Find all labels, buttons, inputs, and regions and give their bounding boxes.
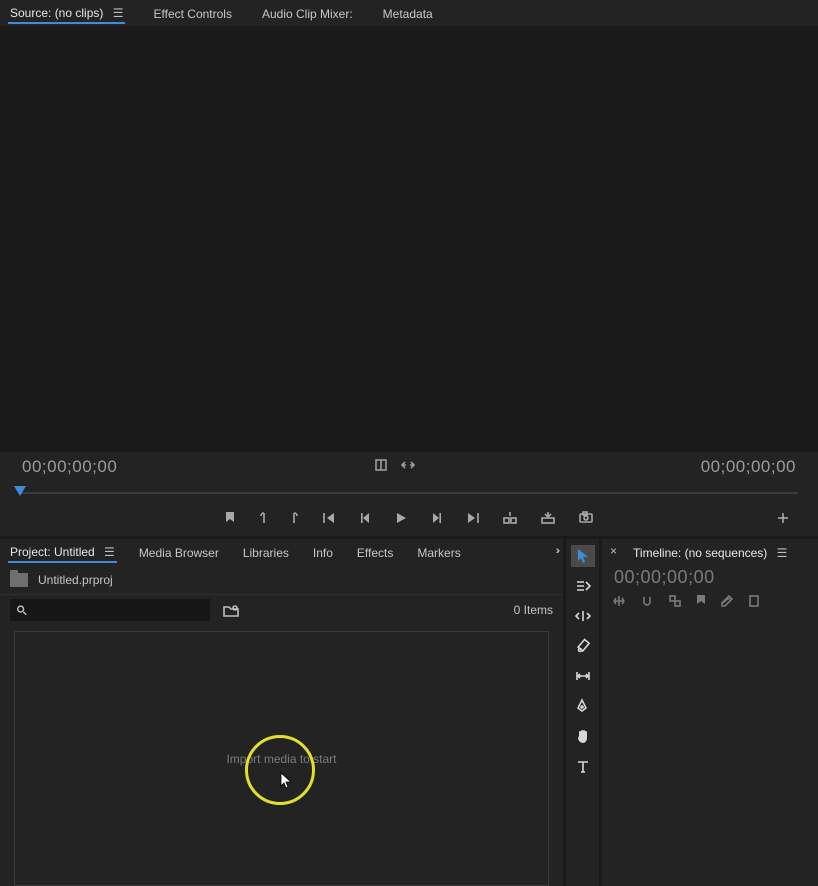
go-to-in-icon[interactable] <box>322 512 338 527</box>
tab-label: Timeline: (no sequences) <box>633 546 767 560</box>
project-bin-area[interactable]: Import media to start <box>14 631 549 886</box>
timeline-settings-icon[interactable] <box>720 594 734 611</box>
timeline-timecode[interactable]: 00;00;00;00 <box>602 565 818 592</box>
tab-libraries[interactable]: Libraries <box>241 540 291 562</box>
project-search-row: 0 Items <box>0 595 563 625</box>
timeline-panel: × Timeline: (no sequences) ☰ 00;00;00;00 <box>602 536 818 886</box>
play-icon[interactable] <box>394 511 408 528</box>
source-transport-bar <box>0 502 818 536</box>
tab-label: Effects <box>357 546 393 560</box>
project-items-count: 0 Items <box>514 603 553 617</box>
hand-tool[interactable] <box>571 725 595 747</box>
tab-label: Media Browser <box>139 546 219 560</box>
settings-icon[interactable] <box>374 457 388 477</box>
project-file-icon <box>10 573 28 587</box>
search-icon <box>16 604 27 616</box>
cursor-arrow-icon <box>280 772 294 790</box>
overwrite-icon[interactable] <box>540 511 556 528</box>
mark-out-icon[interactable] <box>290 511 300 528</box>
panel-menu-icon[interactable]: ☰ <box>777 544 788 562</box>
track-select-tool[interactable] <box>571 575 595 597</box>
tab-label: Markers <box>417 546 460 560</box>
project-tab-row: Project: Untitled ☰ Media Browser Librar… <box>0 539 563 565</box>
project-file-name: Untitled.prproj <box>38 573 113 587</box>
tab-label: Libraries <box>243 546 289 560</box>
tab-effects[interactable]: Effects <box>355 540 395 562</box>
tab-media-browser[interactable]: Media Browser <box>137 540 221 562</box>
playhead-indicator[interactable] <box>14 486 26 496</box>
add-marker-icon[interactable] <box>224 511 236 528</box>
ripple-edit-tool[interactable] <box>571 605 595 627</box>
project-header: Untitled.prproj <box>0 565 563 595</box>
linked-selection-icon[interactable] <box>668 594 682 611</box>
insert-sequence-icon[interactable] <box>612 594 626 611</box>
timeline-display-icon[interactable] <box>748 594 760 611</box>
tutorial-highlight-ring <box>245 735 315 805</box>
tab-label: Metadata <box>383 7 433 21</box>
step-forward-icon[interactable] <box>430 512 442 527</box>
new-bin-button[interactable] <box>220 599 242 621</box>
tab-label: Info <box>313 546 333 560</box>
overflow-chevrons-icon[interactable]: ›› <box>556 545 557 557</box>
tab-label: Source: (no clips) <box>10 6 103 20</box>
razor-tool[interactable] <box>571 635 595 657</box>
button-editor-icon[interactable] <box>776 511 790 528</box>
tab-metadata[interactable]: Metadata <box>381 1 435 23</box>
tab-info[interactable]: Info <box>311 540 335 562</box>
tab-markers[interactable]: Markers <box>415 540 462 562</box>
source-tab-row: Source: (no clips) ☰ Effect Controls Aud… <box>0 0 818 26</box>
export-frame-icon[interactable] <box>578 511 594 527</box>
source-panel: Source: (no clips) ☰ Effect Controls Aud… <box>0 0 818 536</box>
tab-project[interactable]: Project: Untitled ☰ <box>8 539 117 563</box>
insert-icon[interactable] <box>502 511 518 528</box>
source-timecode-right[interactable]: 00;00;00;00 <box>701 457 796 477</box>
selection-tool[interactable] <box>571 545 595 567</box>
source-timecode-left[interactable]: 00;00;00;00 <box>22 457 117 477</box>
pen-tool[interactable] <box>571 695 595 717</box>
step-back-icon[interactable] <box>360 512 372 527</box>
project-panel: Project: Untitled ☰ Media Browser Librar… <box>0 536 566 886</box>
tab-timeline[interactable]: Timeline: (no sequences) ☰ <box>631 540 789 562</box>
mark-in-icon[interactable] <box>258 511 268 528</box>
tab-label: Audio Clip Mixer: <box>262 7 353 21</box>
fit-icon[interactable] <box>400 457 416 477</box>
tab-effect-controls[interactable]: Effect Controls <box>151 1 233 23</box>
tab-audio-clip-mixer[interactable]: Audio Clip Mixer: <box>260 1 355 23</box>
timeline-option-row <box>602 592 818 611</box>
source-time-ruler[interactable] <box>0 484 818 502</box>
timeline-tab-row: × Timeline: (no sequences) ☰ <box>602 539 818 565</box>
project-search-field[interactable] <box>10 599 210 621</box>
snap-icon[interactable] <box>640 594 654 611</box>
project-empty-hint: Import media to start <box>226 752 336 766</box>
source-time-row: 00;00;00;00 00;00;00;00 <box>0 452 818 482</box>
tab-source[interactable]: Source: (no clips) ☰ <box>8 0 125 24</box>
search-input[interactable] <box>31 603 204 617</box>
tools-toolbar <box>566 536 602 886</box>
source-viewer[interactable] <box>0 26 818 452</box>
tab-label: Effect Controls <box>153 7 231 21</box>
tab-label: Project: Untitled <box>10 545 95 559</box>
panel-menu-icon[interactable]: ☰ <box>104 543 115 561</box>
slip-tool[interactable] <box>571 665 595 687</box>
go-to-out-icon[interactable] <box>464 512 480 527</box>
add-marker-icon[interactable] <box>696 594 706 611</box>
close-icon[interactable]: × <box>610 544 617 558</box>
type-tool[interactable] <box>571 755 595 777</box>
panel-menu-icon[interactable]: ☰ <box>113 4 124 22</box>
